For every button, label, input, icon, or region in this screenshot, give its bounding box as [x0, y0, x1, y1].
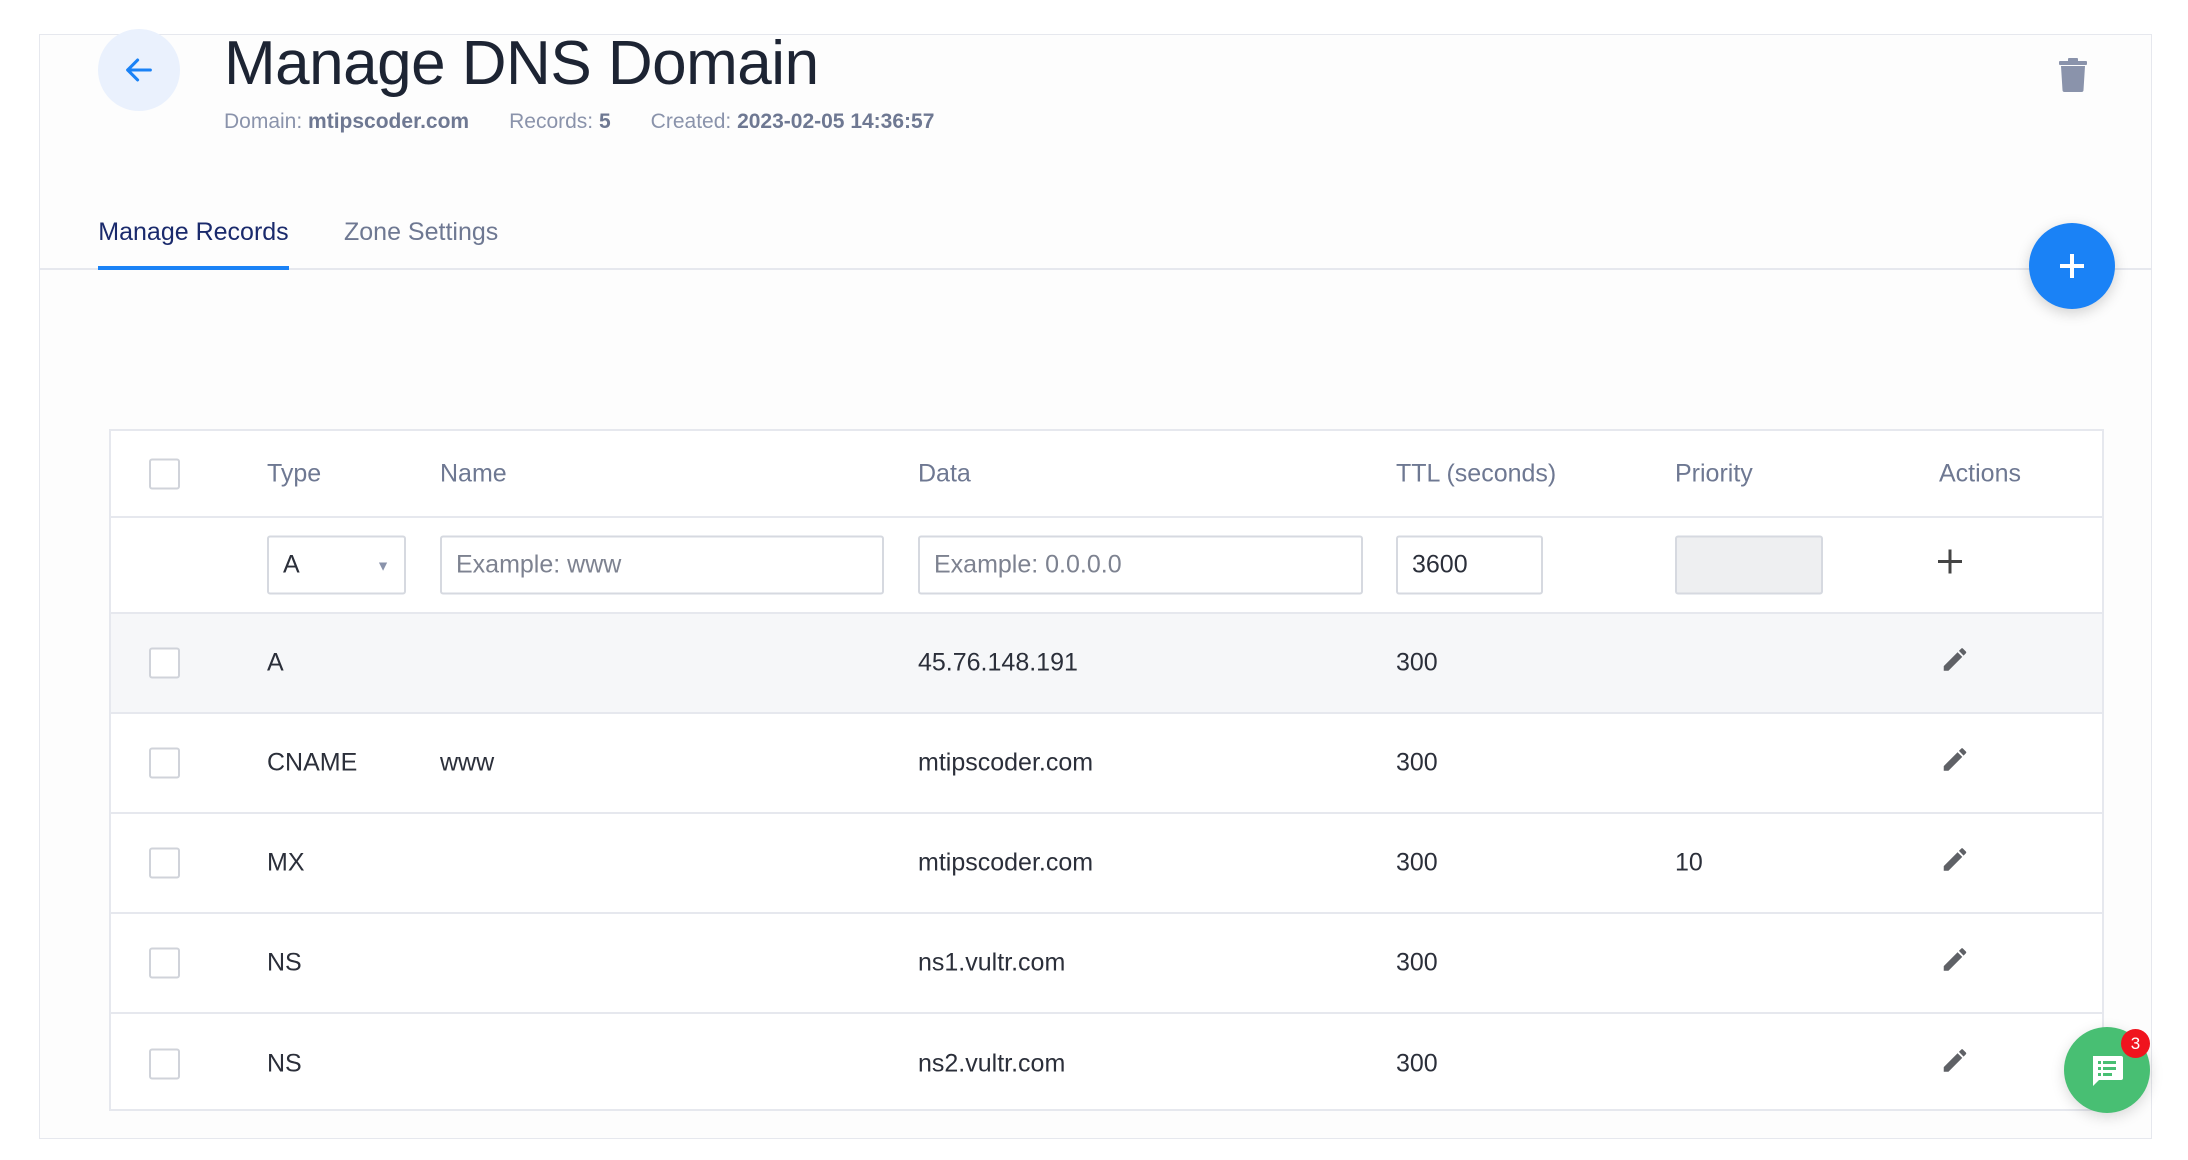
- cell-data: mtipscoder.com: [918, 848, 1094, 877]
- row-checkbox[interactable]: [149, 947, 180, 979]
- created-info: Created: 2023-02-05 14:36:57: [650, 110, 935, 133]
- cell-ttl: 300: [1396, 1049, 1438, 1078]
- header-name: Name: [440, 459, 507, 487]
- row-checkbox[interactable]: [149, 847, 180, 879]
- pencil-icon: [1943, 1049, 1967, 1072]
- cell-ttl: 300: [1396, 948, 1438, 977]
- records-table: Type Name Data TTL (seconds) Priority Ac…: [109, 429, 2104, 1111]
- ttl-input[interactable]: 3600: [1396, 535, 1543, 595]
- table-row: MX mtipscoder.com 300 10: [111, 814, 2102, 914]
- arrow-left-icon: [126, 58, 152, 82]
- edit-record-button[interactable]: [1940, 845, 1970, 882]
- delete-domain-button[interactable]: [2058, 58, 2088, 97]
- header-type: Type: [267, 459, 322, 487]
- table-row: A 45.76.148.191 300: [111, 614, 2102, 714]
- pencil-icon: [1943, 848, 1967, 871]
- tab-bar: Manage Records Zone Settings: [39, 210, 2152, 270]
- records-info: Records: 5: [509, 110, 611, 133]
- select-all-checkbox[interactable]: [149, 458, 180, 489]
- data-input[interactable]: Example: 0.0.0.0: [918, 535, 1363, 595]
- cell-priority: 10: [1675, 848, 1703, 877]
- cell-type: A: [267, 648, 284, 677]
- new-record-row: A ▼ Example: www Example: 0.0.0.0 3600: [111, 518, 2102, 614]
- row-checkbox[interactable]: [149, 1048, 180, 1080]
- cell-ttl: 300: [1396, 748, 1438, 777]
- cell-data: 45.76.148.191: [918, 648, 1078, 677]
- chat-notification-badge: 3: [2121, 1029, 2150, 1058]
- pencil-icon: [1943, 748, 1967, 771]
- edit-record-button[interactable]: [1940, 1046, 1970, 1083]
- name-input[interactable]: Example: www: [440, 535, 884, 595]
- edit-record-button[interactable]: [1940, 645, 1970, 682]
- page-title: Manage DNS Domain: [224, 29, 819, 98]
- cell-type: CNAME: [267, 748, 358, 777]
- header-actions: Actions: [1939, 459, 2021, 487]
- plus-icon: [2060, 254, 2084, 278]
- cell-ttl: 300: [1396, 848, 1438, 877]
- tab-manage-records[interactable]: Manage Records: [98, 218, 289, 270]
- table-row: NS ns1.vultr.com 300: [111, 914, 2102, 1014]
- table-header: Type Name Data TTL (seconds) Priority Ac…: [111, 431, 2102, 518]
- plus-icon: [1938, 549, 1962, 574]
- header-data: Data: [918, 459, 971, 487]
- row-checkbox[interactable]: [149, 647, 180, 679]
- type-select[interactable]: A ▼: [267, 535, 406, 595]
- header-ttl: TTL (seconds): [1396, 459, 1557, 487]
- domain-meta: Domain: mtipscoder.com Records: 5 Create…: [224, 110, 934, 134]
- table-row: CNAME www mtipscoder.com 300: [111, 714, 2102, 814]
- cell-data: mtipscoder.com: [918, 748, 1094, 777]
- add-row-button[interactable]: [1937, 549, 1963, 582]
- cell-name: www: [440, 748, 495, 777]
- cell-ttl: 300: [1396, 648, 1438, 677]
- priority-input[interactable]: [1675, 535, 1823, 595]
- header-priority: Priority: [1675, 459, 1753, 487]
- edit-record-button[interactable]: [1940, 745, 1970, 782]
- row-checkbox[interactable]: [149, 747, 180, 779]
- add-record-button[interactable]: [2029, 223, 2115, 309]
- chat-icon: [2093, 1056, 2123, 1086]
- trash-icon: [2059, 58, 2087, 92]
- cell-type: MX: [267, 848, 305, 877]
- pencil-icon: [1943, 648, 1967, 671]
- pencil-icon: [1943, 948, 1967, 971]
- table-row: NS ns2.vultr.com 300: [111, 1014, 2102, 1114]
- cell-type: NS: [267, 948, 302, 977]
- domain-info: Domain: mtipscoder.com: [224, 110, 470, 133]
- caret-down-icon: ▼: [376, 557, 390, 573]
- cell-type: NS: [267, 1049, 302, 1078]
- edit-record-button[interactable]: [1940, 945, 1970, 982]
- cell-data: ns2.vultr.com: [918, 1049, 1066, 1078]
- back-button[interactable]: [98, 29, 180, 111]
- tab-zone-settings[interactable]: Zone Settings: [344, 218, 498, 270]
- cell-data: ns1.vultr.com: [918, 948, 1066, 977]
